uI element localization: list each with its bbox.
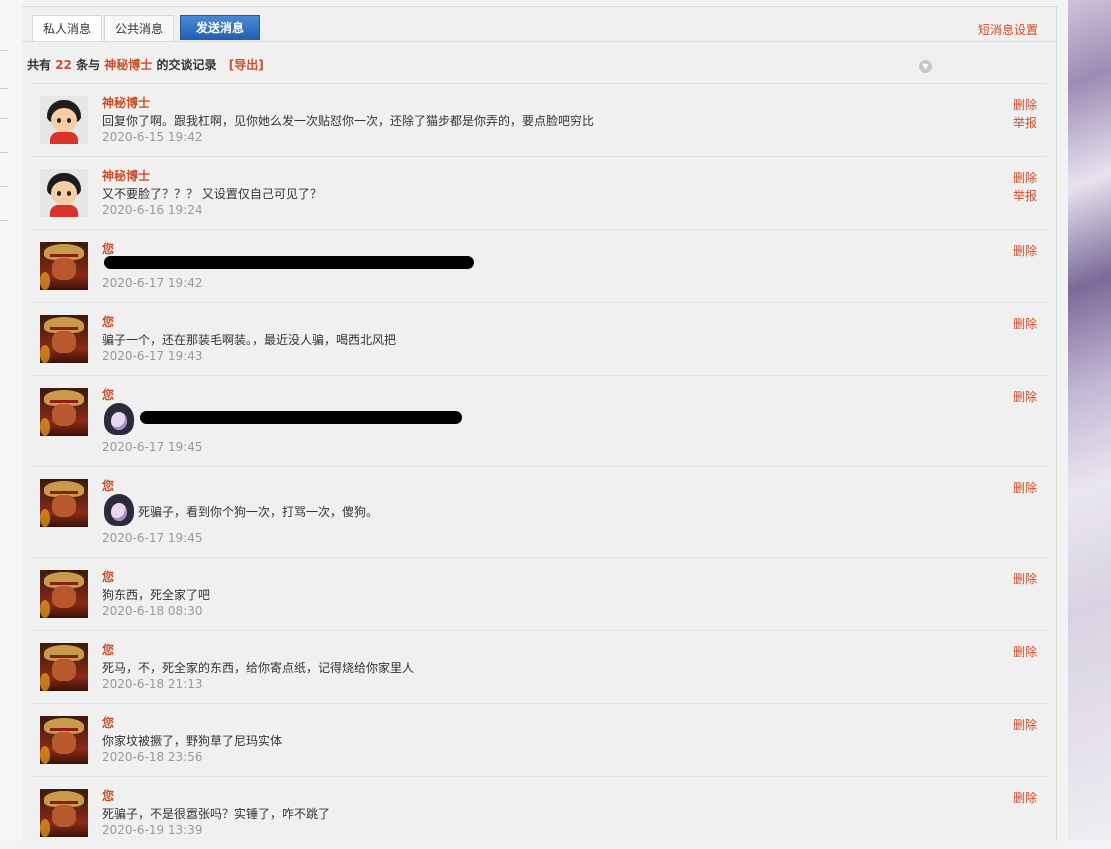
report-link[interactable]: 举报	[1013, 187, 1037, 205]
delete-link[interactable]: 删除	[1013, 789, 1037, 807]
pirate-avatar[interactable]	[40, 479, 88, 527]
delete-link[interactable]: 删除	[1013, 570, 1037, 588]
messages-panel: 私人消息 公共消息 发送消息 短消息设置 共有 22 条与 神秘博士 的交谈记录…	[22, 6, 1057, 841]
message-count: 22	[55, 58, 72, 72]
delete-link[interactable]: 删除	[1013, 479, 1037, 497]
message-list: 神秘博士 回复你了啊。跟我杠啊，见你她么发一次贴怼你一次，还除了猫步都是你弄的，…	[32, 83, 1047, 849]
message-item: 您 2020-6-17 19:45 删除	[32, 375, 1047, 466]
message-time: 2020-6-18 23:56	[102, 750, 203, 764]
collapse-icon[interactable]: ▼	[919, 60, 932, 73]
pirate-avatar[interactable]	[40, 643, 88, 691]
tab-divider	[22, 41, 1056, 42]
redaction-bar	[140, 411, 462, 424]
message-time: 2020-6-17 19:42	[102, 276, 203, 290]
message-time: 2020-6-18 08:30	[102, 604, 203, 618]
message-settings-link[interactable]: 短消息设置	[978, 21, 1038, 38]
report-link[interactable]: 举报	[1013, 114, 1037, 132]
delete-link[interactable]: 删除	[1013, 315, 1037, 333]
pirate-avatar[interactable]	[40, 388, 88, 436]
summary-suffix: 的交谈记录	[156, 58, 217, 72]
sender-name[interactable]: 您	[102, 568, 114, 585]
sender-name[interactable]: 您	[102, 641, 114, 658]
message-text: 又不要脸了？？？ 又设置仅自己可见了？	[102, 187, 322, 201]
sender-name[interactable]: 您	[102, 240, 114, 257]
pirate-avatar[interactable]	[40, 242, 88, 290]
message-item: 您 骗子一个，还在那装毛啊装。，最近没人骗，喝西北风把 2020-6-17 19…	[32, 302, 1047, 375]
delete-link[interactable]: 删除	[1013, 169, 1037, 187]
conversation-summary: 共有 22 条与 神秘博士 的交谈记录 [导出]	[27, 56, 264, 73]
sender-name[interactable]: 您	[102, 787, 114, 804]
message-item: 神秘博士 回复你了啊。跟我杠啊，见你她么发一次贴怼你一次，还除了猫步都是你弄的，…	[32, 83, 1047, 156]
message-item: 您 死骗子，看到你个狗一次，打骂一次，傻狗。 2020-6-17 19:45 删…	[32, 466, 1047, 557]
cartoon-boy-avatar[interactable]	[40, 96, 88, 144]
message-time: 2020-6-18 21:13	[102, 677, 203, 691]
message-text: 狗东西，死全家了吧	[102, 588, 211, 602]
message-text: 死骗子，不是很嚣张吗？实锤了，咋不跳了	[102, 807, 331, 821]
delete-link[interactable]: 删除	[1013, 716, 1037, 734]
message-text: 回复你了啊。跟我杠啊，见你她么发一次贴怼你一次，还除了猫步都是你弄的，要点脸吧穷…	[102, 114, 595, 128]
background-decoration	[1068, 0, 1111, 840]
summary-prefix: 共有	[27, 58, 52, 72]
delete-link[interactable]: 删除	[1013, 643, 1037, 661]
message-time: 2020-6-17 19:43	[102, 349, 203, 363]
sender-name[interactable]: 神秘博士	[102, 167, 150, 184]
message-time: 2020-6-17 19:45	[102, 531, 203, 545]
message-time: 2020-6-19 13:39	[102, 823, 203, 837]
message-item: 您 死马，不，死全家的东西，给你寄点纸，记得烧给你家里人 2020-6-18 2…	[32, 630, 1047, 703]
message-item: 您 2020-6-17 19:42 删除	[32, 229, 1047, 302]
message-text: 你家坟被撅了，野狗草了尼玛实体	[102, 734, 283, 748]
message-item: 神秘博士 又不要脸了？？？ 又设置仅自己可见了？ 2020-6-16 19:24…	[32, 156, 1047, 229]
delete-link[interactable]: 删除	[1013, 242, 1037, 260]
delete-link[interactable]: 删除	[1013, 388, 1037, 406]
delete-link[interactable]: 删除	[1013, 96, 1037, 114]
sender-name[interactable]: 您	[102, 386, 114, 403]
sender-name[interactable]: 您	[102, 714, 114, 731]
tab-public-messages[interactable]: 公共消息	[104, 15, 174, 42]
cartoon-boy-avatar[interactable]	[40, 169, 88, 217]
pirate-avatar[interactable]	[40, 789, 88, 837]
pirate-avatar[interactable]	[40, 570, 88, 618]
partner-name-link[interactable]: 神秘博士	[104, 58, 152, 72]
export-link[interactable]: [导出]	[229, 58, 264, 72]
redaction-bar	[104, 256, 474, 269]
sender-name[interactable]: 您	[102, 313, 114, 330]
left-edge-panel	[0, 0, 22, 840]
message-item: 您 狗东西，死全家了吧 2020-6-18 08:30 删除	[32, 557, 1047, 630]
message-time: 2020-6-16 19:24	[102, 203, 203, 217]
sticker-emoji-icon	[104, 403, 134, 435]
message-text: 死马，不，死全家的东西，给你寄点纸，记得烧给你家里人	[102, 661, 415, 675]
message-item: 您 你家坟被撅了，野狗草了尼玛实体 2020-6-18 23:56 删除	[32, 703, 1047, 776]
tab-private-messages[interactable]: 私人消息	[32, 15, 102, 42]
sticker-emoji-icon	[104, 494, 134, 526]
sender-name[interactable]: 神秘博士	[102, 94, 150, 111]
message-time: 2020-6-17 19:45	[102, 440, 203, 454]
sender-name[interactable]: 您	[102, 477, 114, 494]
message-text: 骗子一个，还在那装毛啊装。，最近没人骗，喝西北风把	[102, 333, 397, 347]
message-time: 2020-6-15 19:42	[102, 130, 203, 144]
summary-mid: 条与	[76, 58, 101, 72]
pirate-avatar[interactable]	[40, 716, 88, 764]
send-message-button[interactable]: 发送消息	[180, 15, 260, 40]
message-item: 您 死骗子，不是很嚣张吗？实锤了，咋不跳了 2020-6-19 13:39 删除	[32, 776, 1047, 849]
message-text: 死骗子，看到你个狗一次，打骂一次，傻狗。	[138, 505, 379, 519]
pirate-avatar[interactable]	[40, 315, 88, 363]
